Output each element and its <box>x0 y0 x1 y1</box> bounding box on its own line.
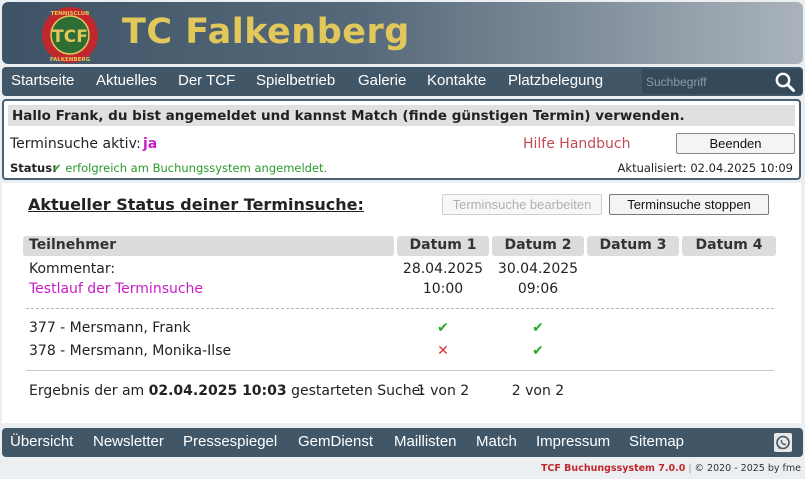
status-panel: Hallo Frank, du bist angemeldet und kann… <box>2 99 801 180</box>
search-icon[interactable] <box>774 71 796 93</box>
participant-name: 377 - Mersmann, Frank <box>29 320 191 336</box>
result-datetime: 02.04.2025 10:03 <box>148 383 287 399</box>
stop-search-button[interactable]: Terminsuche stoppen <box>609 194 769 215</box>
club-logo-icon[interactable]: TCF TENNISCLUB FALKENBERG <box>38 6 102 64</box>
footer-nav: Übersicht Newsletter Pressespiegel GemDi… <box>2 428 803 457</box>
svg-text:TCF: TCF <box>52 27 88 47</box>
updated-value: 02.04.2025 10:09 <box>690 161 793 175</box>
site-title: TC Falkenberg <box>122 12 410 52</box>
availability-cross-icon: ✕ <box>437 343 449 359</box>
table-header-date-2: Datum 2 <box>492 236 584 256</box>
participant-name: 378 - Mersmann, Monika-Ilse <box>29 343 232 359</box>
availability-check-icon: ✔ <box>532 320 544 336</box>
end-button[interactable]: Beenden <box>676 133 795 154</box>
status-label: Status: <box>10 161 57 175</box>
availability-check-icon: ✔ <box>532 343 544 359</box>
credits-copyright: © 2020 - 2025 by fme <box>694 463 801 474</box>
result-date-1: 1 von 2 <box>416 383 470 399</box>
nav-item-galerie[interactable]: Galerie <box>358 72 406 89</box>
divider <box>26 308 774 309</box>
date-2-time: 09:06 <box>517 281 559 297</box>
svg-text:TENNISCLUB: TENNISCLUB <box>51 11 90 17</box>
updated-label: Aktualisiert: <box>617 161 687 175</box>
greeting-bar: Hallo Frank, du bist angemeldet und kann… <box>8 105 795 126</box>
whatsapp-icon[interactable] <box>774 433 792 452</box>
footer-item-gemdienst[interactable]: GemDienst <box>298 433 373 450</box>
date-1-date: 28.04.2025 <box>402 261 484 277</box>
nav-item-der-tcf[interactable]: Der TCF <box>178 72 235 89</box>
table-header-participant: Teilnehmer <box>23 236 394 256</box>
help-manual-link[interactable]: Hilfe Handbuch <box>523 136 631 152</box>
comment-label: Kommentar: <box>29 261 116 277</box>
footer-item-uebersicht[interactable]: Übersicht <box>10 433 73 450</box>
result-label: Ergebnis der am 02.04.2025 10:03 gestart… <box>29 383 425 399</box>
footer-item-maillisten[interactable]: Maillisten <box>394 433 457 450</box>
date-1-time: 10:00 <box>422 281 464 297</box>
nav-item-aktuelles[interactable]: Aktuelles <box>96 72 157 89</box>
credits-brand[interactable]: TCF Buchungssystem 7.0.0 <box>541 463 685 474</box>
footer-item-newsletter[interactable]: Newsletter <box>93 433 164 450</box>
nav-item-kontakte[interactable]: Kontakte <box>427 72 486 89</box>
updated-info: Aktualisiert: 02.04.2025 10:09 <box>618 161 793 175</box>
search-active-label: Terminsuche aktiv: <box>10 136 141 152</box>
availability-check-icon: ✔ <box>437 320 449 336</box>
date-2-date: 30.04.2025 <box>497 261 579 277</box>
result-date-2: 2 von 2 <box>511 383 565 399</box>
search-active-value: ja <box>143 136 158 152</box>
nav-item-platzbelegung[interactable]: Platzbelegung <box>508 72 603 89</box>
table-header-date-4: Datum 4 <box>682 236 776 256</box>
search-box <box>642 69 802 94</box>
footer-item-match[interactable]: Match <box>476 433 517 450</box>
nav-item-spielbetrieb[interactable]: Spielbetrieb <box>256 72 335 89</box>
page-title: Aktueller Status deiner Terminsuche: <box>28 195 364 214</box>
footer-item-sitemap[interactable]: Sitemap <box>629 433 684 450</box>
footer-item-pressespiegel[interactable]: Pressespiegel <box>183 433 277 450</box>
nav-item-startseite[interactable]: Startseite <box>11 72 74 89</box>
credits: TCF Buchungssystem 7.0.0 | © 2020 - 2025 b… <box>540 463 801 474</box>
table-header-date-1: Datum 1 <box>397 236 489 256</box>
search-input[interactable] <box>646 72 768 91</box>
svg-text:FALKENBERG: FALKENBERG <box>50 57 91 63</box>
site-header: TCF TENNISCLUB FALKENBERG TC Falkenberg <box>2 2 803 64</box>
table-header-date-3: Datum 3 <box>587 236 679 256</box>
greeting-text: Hallo Frank, du bist angemeldet und kann… <box>12 108 685 124</box>
comment-text: Testlauf der Terminsuche <box>29 281 204 297</box>
status-message: ✔ erfolgreich am Buchungssystem angemeld… <box>52 161 328 175</box>
edit-search-button[interactable]: Terminsuche bearbeiten <box>442 194 602 215</box>
main-nav: Startseite Aktuelles Der TCF Spielbetrie… <box>2 67 803 96</box>
footer-item-impressum[interactable]: Impressum <box>536 433 610 450</box>
divider <box>26 370 774 371</box>
main-content: Aktueller Status deiner Terminsuche: Ter… <box>2 183 801 423</box>
